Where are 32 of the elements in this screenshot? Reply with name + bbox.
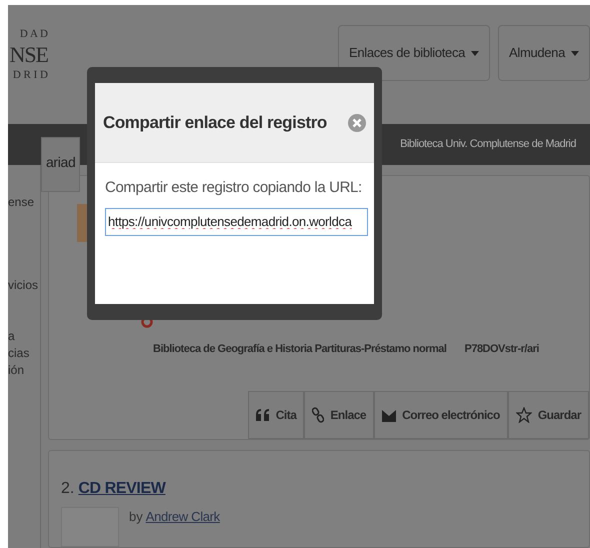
action-button[interactable]: Correo electrónico [374, 391, 508, 439]
url-field[interactable]: https://univcomplutensedemadrid.on.worldca [105, 208, 368, 236]
logo-text: D A D [20, 29, 48, 40]
sidebar-link[interactable]: ense [8, 195, 40, 210]
logo-text: NSE [9, 44, 48, 66]
envelope-icon [382, 408, 396, 422]
author-link[interactable]: Andrew Clark [146, 507, 220, 526]
logo-text: D R I D [12, 70, 48, 81]
sidebar-link[interactable]: cias [8, 346, 40, 361]
result-number: 2. [61, 479, 74, 499]
link-icon [312, 407, 324, 423]
action-button[interactable]: Cita [248, 391, 304, 439]
quote-icon [256, 409, 270, 421]
caret-icon [571, 50, 579, 56]
library-name: Biblioteca Univ. Complutense de Madrid [400, 137, 576, 152]
result-title-link[interactable]: CD REVIEW [78, 477, 166, 501]
author-prefix: by [129, 508, 143, 526]
dialog-title: Compartir enlace del registro [103, 112, 327, 134]
location-text: Biblioteca de Geografía e Historia Partituras-Préstamo normal [153, 342, 446, 357]
dropdown-button[interactable]: Almudena [498, 25, 590, 81]
call-number: P78DOVstr-r/ari [464, 342, 539, 357]
action-button[interactable]: Guardar [508, 391, 589, 439]
sidebar-link[interactable]: vicios [8, 278, 40, 293]
search-tab[interactable]: ariad [41, 137, 80, 192]
sidebar-link[interactable]: a [8, 329, 40, 344]
dropdown-button[interactable]: Enlaces de biblioteca [338, 25, 490, 81]
star-icon [516, 407, 532, 423]
action-button[interactable]: Enlace [304, 391, 374, 439]
sidebar-link[interactable]: ión [8, 363, 40, 378]
caret-icon [471, 50, 480, 56]
close-icon[interactable] [348, 114, 366, 132]
dialog-prompt: Compartir este registro copiando la URL: [105, 178, 363, 198]
